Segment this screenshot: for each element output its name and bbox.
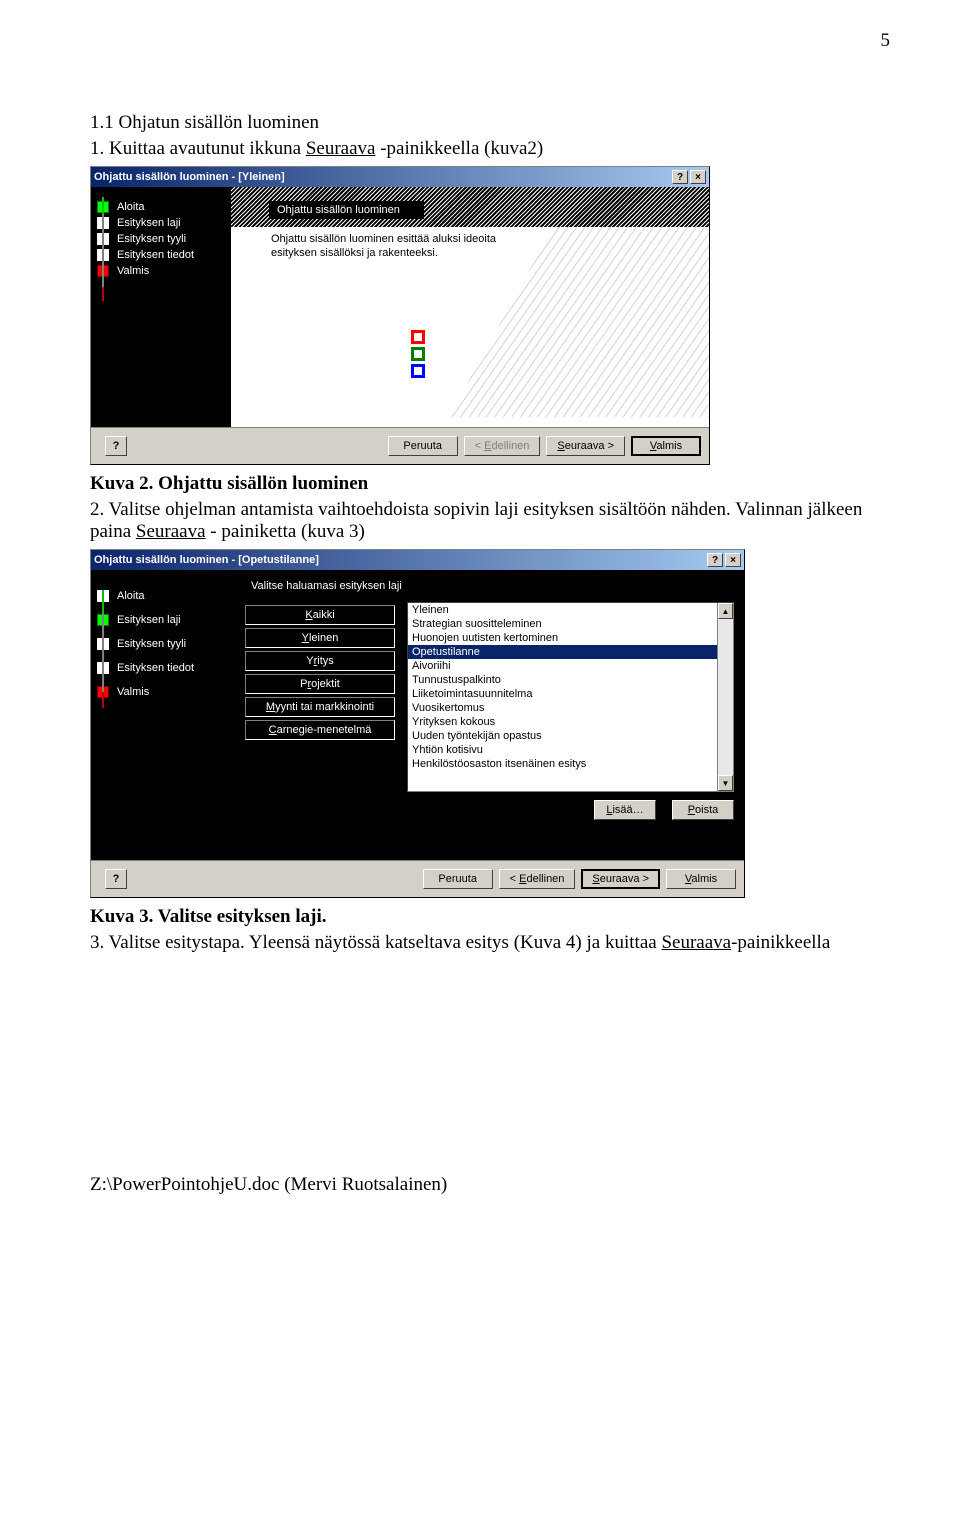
dialog1-title-text: Ohjattu sisällön luominen - [Yleinen] [94,171,285,183]
paragraph-1: 1. Kuittaa avautunut ikkuna Seuraava -pa… [90,138,890,160]
scroll-down-icon[interactable]: ▼ [718,775,733,791]
list-item[interactable]: Aivoriihi [408,659,717,673]
dialog2-content: Valitse haluamasi esityksen laji Kaikki Y… [231,570,744,860]
category-buttons: Kaikki Yleinen Yritys Projektit Myynti tai m… [245,602,395,820]
para3-post: -painikkeella [731,932,830,953]
step-label: Esityksen tiedot [117,662,194,674]
list-item[interactable]: Vuosikertomus [408,701,717,715]
dialog2-steps-panel: Aloita Esityksen laji Esityksen tyyli Es… [91,570,231,860]
list-item[interactable]: Opetustilanne [408,645,717,659]
step-connector [102,215,104,287]
paragraph-3: 3. Valitse esitystapa. Yleensä näytössä … [90,932,890,954]
square-red-icon [411,330,425,344]
step-label: Esityksen tyyli [117,233,186,245]
back-button: < Edellinen [464,436,541,456]
square-blue-icon [411,364,425,378]
para2-link: Seuraava [136,521,206,542]
back-button[interactable]: < Edellinen [499,869,576,889]
cancel-button[interactable]: Peruuta [423,869,493,889]
category-button[interactable]: Projektit [245,674,395,694]
help-icon[interactable]: ? [707,553,723,567]
help-button[interactable]: ? [105,869,127,889]
remove-button[interactable]: Poista [672,800,734,820]
scroll-up-icon[interactable]: ▲ [718,603,733,619]
dialog1-content: Ohjattu sisällön luominen Ohjattu sisäll… [231,187,709,427]
add-button[interactable]: Lisää… [594,800,656,820]
category-button[interactable]: Kaikki [245,605,395,625]
step-connector [102,614,104,692]
section-heading: 1.1 Ohjatun sisällön luominen [90,112,890,134]
help-button[interactable]: ? [105,436,127,456]
step-connector [102,590,104,614]
page-number: 5 [90,30,890,52]
category-button[interactable]: Carnegie-menetelmä [245,720,395,740]
para1-post: -painikkeella (kuva2) [375,138,543,159]
caption-2: Kuva 3. Valitse esityksen laji. [90,906,890,928]
step-label: Esityksen tiedot [117,249,194,261]
help-icon[interactable]: ? [672,170,688,184]
finish-button[interactable]: Valmis [631,436,701,456]
step-label: Esityksen tyyli [117,638,186,650]
para2-post: - painiketta (kuva 3) [206,521,365,542]
list-item[interactable]: Henkilöstöosaston itsenäinen esitys [408,757,717,771]
finish-button[interactable]: Valmis [666,869,736,889]
step-connector [102,197,104,215]
scroll-track[interactable] [718,619,733,775]
wizard-dialog-1: Ohjattu sisällön luominen - [Yleinen] ? … [90,166,710,465]
scrollbar[interactable]: ▲ ▼ [717,603,733,791]
step-label: Esityksen laji [117,614,181,626]
list-item[interactable]: Strategian suositteleminen [408,617,717,631]
list-item[interactable]: Yhtiön kotisivu [408,743,717,757]
next-button[interactable]: Seuraava > [581,869,660,889]
step-connector [102,287,104,301]
list-item[interactable]: Yrityksen kokous [408,715,717,729]
footer-path: Z:\PowerPointohjeU.doc (Mervi Ruotsalain… [90,1174,890,1196]
paragraph-2: 2. Valitse ohjelman antamista vaihtoehdo… [90,499,890,543]
list-item[interactable]: Tunnustuspalkinto [408,673,717,687]
decorative-squares [411,327,425,381]
step-label: Valmis [117,265,149,277]
dialog1-subtitle: Ohjattu sisällön luominen [269,201,424,219]
dialog2-titlebar[interactable]: Ohjattu sisällön luominen - [Opetustilan… [91,550,744,570]
dialog2-title-text: Ohjattu sisällön luominen - [Opetustilan… [94,554,319,566]
close-icon[interactable]: × [725,553,741,567]
list-item[interactable]: Liiketoimintasuunnitelma [408,687,717,701]
dialog1-steps-panel: Aloita Esityksen laji Esityksen tyyli Es… [91,187,231,427]
dialog2-prompt: Valitse haluamasi esityksen laji [245,580,734,592]
list-item[interactable]: Yleinen [408,603,717,617]
presentation-type-list[interactable]: YleinenStrategian suositteleminenHuonoje… [407,602,734,792]
square-green-icon [411,347,425,361]
category-button[interactable]: Yleinen [245,628,395,648]
caption-1: Kuva 2. Ohjattu sisällön luominen [90,473,890,495]
para3-link: Seuraava [661,932,731,953]
step-label: Aloita [117,590,145,602]
next-button[interactable]: Seuraava > [546,436,625,456]
close-icon[interactable]: × [690,170,706,184]
wizard-dialog-2: Ohjattu sisällön luominen - [Opetustilan… [90,549,745,898]
para3-pre: 3. Valitse esitystapa. Yleensä näytössä … [90,932,661,953]
step-label: Valmis [117,686,149,698]
category-button[interactable]: Yritys [245,651,395,671]
cancel-button[interactable]: Peruuta [388,436,458,456]
list-item[interactable]: Uuden työntekijän opastus [408,729,717,743]
step-label: Esityksen laji [117,217,181,229]
para1-link: Seuraava [306,138,376,159]
category-button[interactable]: Myynti tai markkinointi [245,697,395,717]
dialog1-description: Ohjattu sisällön luominen esittää aluksi… [271,233,531,261]
para1-pre: 1. Kuittaa avautunut ikkuna [90,138,306,159]
dialog2-button-row: ? Peruuta < Edellinen Seuraava > Valmis [91,860,744,897]
step-connector [102,692,104,708]
dialog1-button-row: ? Peruuta < Edellinen Seuraava > Valmis [91,427,709,464]
step-label: Aloita [117,201,145,213]
list-item[interactable]: Huonojen uutisten kertominen [408,631,717,645]
dialog1-titlebar[interactable]: Ohjattu sisällön luominen - [Yleinen] ? … [91,167,709,187]
